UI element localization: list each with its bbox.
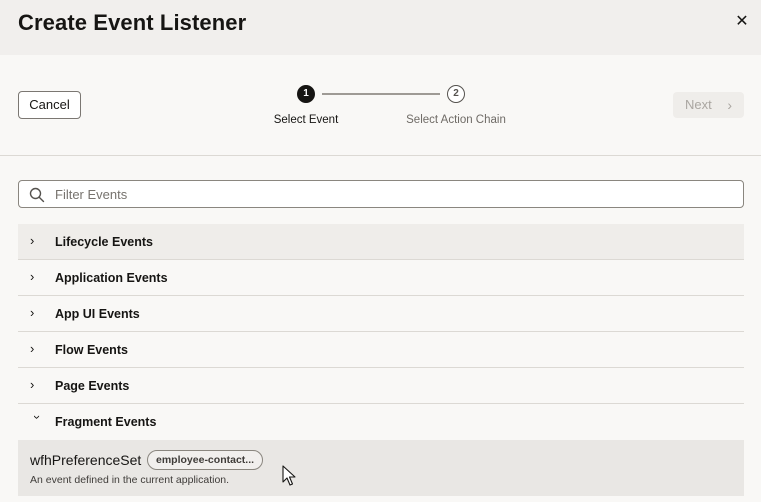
step-1-label[interactable]: Select Event bbox=[266, 114, 346, 126]
chevron-right-icon[interactable]: › bbox=[30, 342, 42, 355]
filter-events-input[interactable] bbox=[55, 185, 715, 203]
chevron-down-icon[interactable]: › bbox=[30, 415, 45, 427]
dialog-title: Create Event Listener bbox=[18, 10, 247, 35]
event-name: wfhPreferenceSet bbox=[30, 452, 142, 468]
category-label: App UI Events bbox=[55, 307, 140, 321]
cancel-button[interactable]: Cancel bbox=[18, 91, 81, 119]
step-1-indicator[interactable]: 1 bbox=[297, 85, 315, 103]
step-2-label[interactable]: Select Action Chain bbox=[396, 114, 516, 126]
event-category-list: › Lifecycle Events › Application Events … bbox=[18, 224, 744, 440]
chevron-right-icon[interactable]: › bbox=[30, 234, 42, 247]
category-label: Page Events bbox=[55, 379, 130, 393]
chevron-right-icon[interactable]: › bbox=[30, 306, 42, 319]
category-label: Flow Events bbox=[55, 343, 128, 357]
category-flow-events[interactable]: › Flow Events bbox=[18, 332, 744, 368]
category-application-events[interactable]: › Application Events bbox=[18, 260, 744, 296]
event-item-wfhpreferenceset[interactable]: wfhPreferenceSet employee-contact... An … bbox=[18, 440, 744, 496]
chevron-right-icon[interactable]: › bbox=[30, 270, 42, 283]
step-2-indicator[interactable]: 2 bbox=[447, 85, 465, 103]
next-button-label: Next bbox=[685, 97, 712, 112]
mouse-pointer-icon bbox=[282, 465, 296, 486]
category-label: Lifecycle Events bbox=[55, 235, 153, 249]
category-label: Application Events bbox=[55, 271, 168, 285]
filter-events-field[interactable] bbox=[18, 180, 744, 208]
category-lifecycle-events[interactable]: › Lifecycle Events bbox=[18, 224, 744, 260]
category-fragment-events[interactable]: › Fragment Events bbox=[18, 404, 744, 440]
category-label: Fragment Events bbox=[55, 415, 157, 429]
event-scope-badge: employee-contact... bbox=[147, 450, 264, 470]
category-app-ui-events[interactable]: › App UI Events bbox=[18, 296, 744, 332]
chevron-right-icon[interactable]: › bbox=[30, 378, 42, 391]
search-icon bbox=[29, 187, 45, 203]
step-connector bbox=[322, 93, 440, 95]
chevron-right-icon: › bbox=[727, 97, 732, 113]
category-page-events[interactable]: › Page Events bbox=[18, 368, 744, 404]
next-button[interactable]: Next › bbox=[673, 92, 744, 118]
event-description: An event defined in the current applicat… bbox=[30, 474, 230, 486]
close-icon[interactable]: ✕ bbox=[733, 13, 751, 31]
dialog-header: Create Event Listener ✕ bbox=[0, 0, 761, 55]
wizard-train: Cancel 1 2 Select Event Select Action Ch… bbox=[0, 55, 761, 156]
